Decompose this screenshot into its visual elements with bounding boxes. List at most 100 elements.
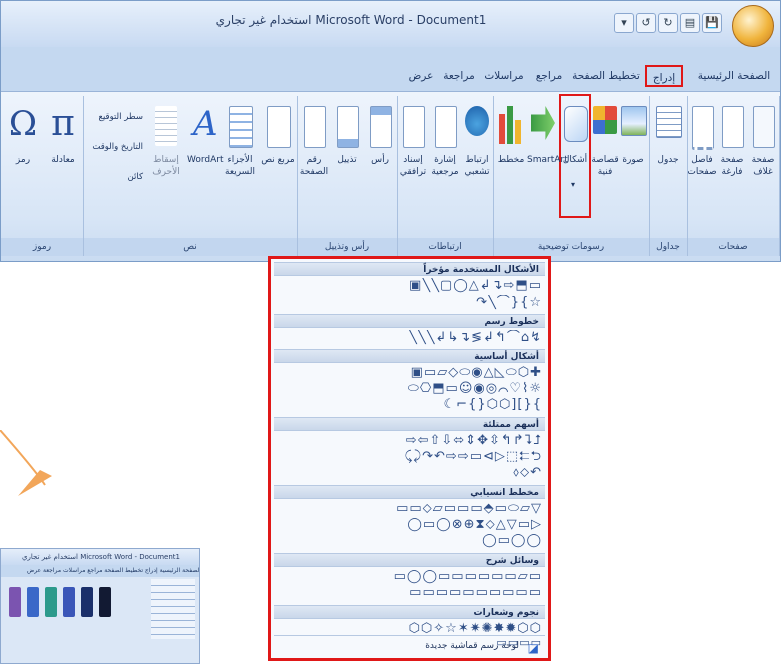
hyperlink-icon [465, 106, 489, 136]
wordart-icon: A [193, 104, 218, 144]
title-bar: استخدام غير تجاري Microsoft Word - Docum… [1, 1, 780, 47]
drop-cap-button[interactable]: إسقاط الأحرف [145, 96, 187, 214]
table-button[interactable]: جدول [649, 96, 687, 214]
shape-row[interactable]: ⮥⮧↱↰⇳✥⇕⬄⇩⇧⇦⇨ [277, 433, 542, 449]
cross-reference-label: إسناد ترافقي [399, 155, 427, 177]
quick-parts-label: الأجزاء السريعة [225, 155, 255, 177]
thumbnail-title: استخدام غير تجاري Microsoft Word - Docum… [1, 549, 199, 565]
shapes-gallery: الأشكال المستخدمة مؤخراً ▭⬒⇨↴↲△◯▢╲╲▣ ☆}{… [268, 256, 551, 661]
tab-references[interactable]: مراجع [531, 65, 567, 87]
undo-icon[interactable]: ↺ [636, 13, 656, 33]
cross-reference-icon [403, 106, 425, 148]
shape-row[interactable]: }{][⬡⬡{}⌐☾ [277, 397, 542, 413]
group-text: مربع نص الأجزاء السريعة A WordArt إسقاط … [83, 96, 298, 256]
thumbnail-tabs: الصفحة الرئيسية إدراج تخطيط الصفحة مراجع… [1, 565, 199, 577]
thumbnail-swatch [99, 587, 111, 617]
signature-line-button[interactable]: سطر التوقيع [85, 112, 143, 122]
tab-page-layout[interactable]: تخطيط الصفحة [571, 65, 641, 87]
blank-page-label: صفحة فارغة [720, 155, 744, 177]
pointer-arrow-icon [0, 430, 52, 496]
drop-cap-label: إسقاط الأحرف [152, 155, 180, 177]
shape-row[interactable]: ▽▱⬭▭⬘▭▭▭▱⬦▭▭ [277, 501, 542, 517]
cover-page-icon [753, 106, 775, 148]
tab-mailings[interactable]: مراسلات [479, 65, 529, 87]
qat-menu-icon[interactable]: ▾ [614, 13, 634, 33]
footer-label: تذييل [337, 155, 357, 165]
shape-row[interactable]: ⮌⮄⬚▷⊳▭⇨⇨↶↷⤸⤹ [277, 449, 542, 465]
group-links-label: ارتباطات [397, 238, 493, 256]
cover-page-button[interactable]: صفحة غلاف [747, 96, 779, 214]
picture-button[interactable]: صورة [617, 96, 649, 214]
blank-page-button[interactable]: صفحة فارغة [717, 96, 747, 214]
new-drawing-canvas-button[interactable]: لوحة رسم قماشية جديدة ◪ [274, 635, 545, 655]
tab-insert[interactable]: إدراج [645, 65, 683, 87]
group-illustrations: صورة قصاصة فنية أشكال ▾ SmartArt مخطط رس… [493, 94, 650, 256]
hyperlink-button[interactable]: ارتباط تشعبي [461, 96, 493, 214]
equation-button[interactable]: π معادلة [43, 96, 83, 214]
group-tables-label: جداول [649, 238, 687, 256]
smartart-icon [531, 106, 555, 140]
group-symbols-label: رموز [1, 238, 83, 256]
shape-row[interactable]: ↯⌂⌒↰↲≷↴↳↲╲╲╲ [277, 330, 542, 346]
section-stars-banners: نجوم وشعارات [274, 605, 545, 619]
shape-row[interactable]: ▷▭▽△⬦⧗⊕⊗◯▭◯ [277, 517, 542, 533]
page-number-button[interactable]: رقم الصفحة [297, 96, 331, 214]
text-box-label: مربع نص [261, 155, 295, 165]
tab-view[interactable]: عرض [405, 65, 437, 87]
section-basic-shapes: أشكال أساسية [274, 349, 545, 363]
omega-icon: Ω [8, 104, 38, 144]
group-pages: صفحة غلاف صفحة فارغة فاصل صفحات صفحات [687, 96, 780, 256]
group-symbols: π معادلة Ω رمز رموز [1, 96, 84, 256]
table-label: جدول [657, 155, 679, 165]
shape-row[interactable]: ☼⌇♡⌒◎◉☺▭⬒⎔⬭ [277, 381, 542, 397]
shape-row[interactable]: ▭▱▭▭▭▭▭▭◯◯▭ [277, 569, 542, 585]
new-doc-icon[interactable]: ▤ [680, 13, 700, 33]
smartart-button[interactable]: SmartArt [527, 96, 568, 214]
shape-row[interactable]: ☆}{⌒╲↷ [277, 295, 542, 311]
clip-art-button[interactable]: قصاصة فنية [591, 96, 619, 214]
clip-art-icon [593, 106, 617, 134]
shape-row[interactable]: ◯◯▭◯ [277, 533, 542, 549]
wordart-label: WordArt [187, 155, 224, 165]
header-button[interactable]: رأس [363, 96, 397, 214]
thumbnail-swatch [45, 587, 57, 617]
page-break-button[interactable]: فاصل صفحات [687, 96, 717, 214]
shape-row[interactable]: ▭⬒⇨↴↲△◯▢╲╲▣ [277, 278, 542, 294]
picture-icon [621, 106, 647, 136]
tab-home[interactable]: الصفحة الرئيسية [691, 65, 777, 87]
chart-icon [499, 114, 505, 144]
text-box-button[interactable]: مربع نص [259, 96, 297, 214]
redo-icon[interactable]: ↻ [658, 13, 678, 33]
drop-cap-icon [155, 106, 177, 146]
quick-parts-button[interactable]: الأجزاء السريعة [221, 96, 259, 214]
pi-icon: π [51, 103, 75, 144]
save-icon[interactable]: 💾 [702, 13, 722, 33]
footer-button[interactable]: تذييل [331, 96, 363, 214]
section-flowchart: مخطط انسيابي [274, 485, 545, 499]
ribbon-tabs: الصفحة الرئيسية إدراج تخطيط الصفحة مراجع… [1, 47, 780, 92]
date-time-button[interactable]: التاريخ والوقت [85, 142, 143, 152]
tab-review[interactable]: مراجعة [441, 65, 477, 87]
wordart-button[interactable]: A WordArt [187, 96, 224, 214]
hyperlink-label: ارتباط تشعبي [464, 155, 490, 177]
thumbnail-swatch [63, 587, 75, 617]
chart-button[interactable]: مخطط [495, 96, 527, 214]
chart-label: مخطط [497, 155, 525, 165]
object-button[interactable]: كائن [85, 172, 143, 182]
bookmark-icon [435, 106, 457, 148]
section-lines: خطوط رسم [274, 314, 545, 328]
cross-reference-button[interactable]: إسناد ترافقي [397, 96, 429, 214]
office-button-icon[interactable] [732, 5, 774, 47]
shape-row[interactable]: ✚⬡⬭◺△◉⬭◇▱▭▣ [277, 365, 542, 381]
page-number-label: رقم الصفحة [299, 155, 329, 177]
group-tables: جدول جداول [649, 96, 688, 256]
thumbnail-swatch [27, 587, 39, 617]
bookmark-button[interactable]: إشارة مرجعية [429, 96, 461, 214]
text-box-icon [267, 106, 291, 148]
shape-row[interactable]: ▭▭▭▭▭▭▭▭▭▭ [277, 585, 542, 601]
page-number-icon [304, 106, 326, 148]
shape-row[interactable]: ↶⬦⬨ [277, 465, 542, 481]
shapes-icon [564, 106, 588, 142]
thumbnail-window: استخدام غير تجاري Microsoft Word - Docum… [0, 548, 200, 664]
symbol-button[interactable]: Ω رمز [3, 96, 43, 214]
